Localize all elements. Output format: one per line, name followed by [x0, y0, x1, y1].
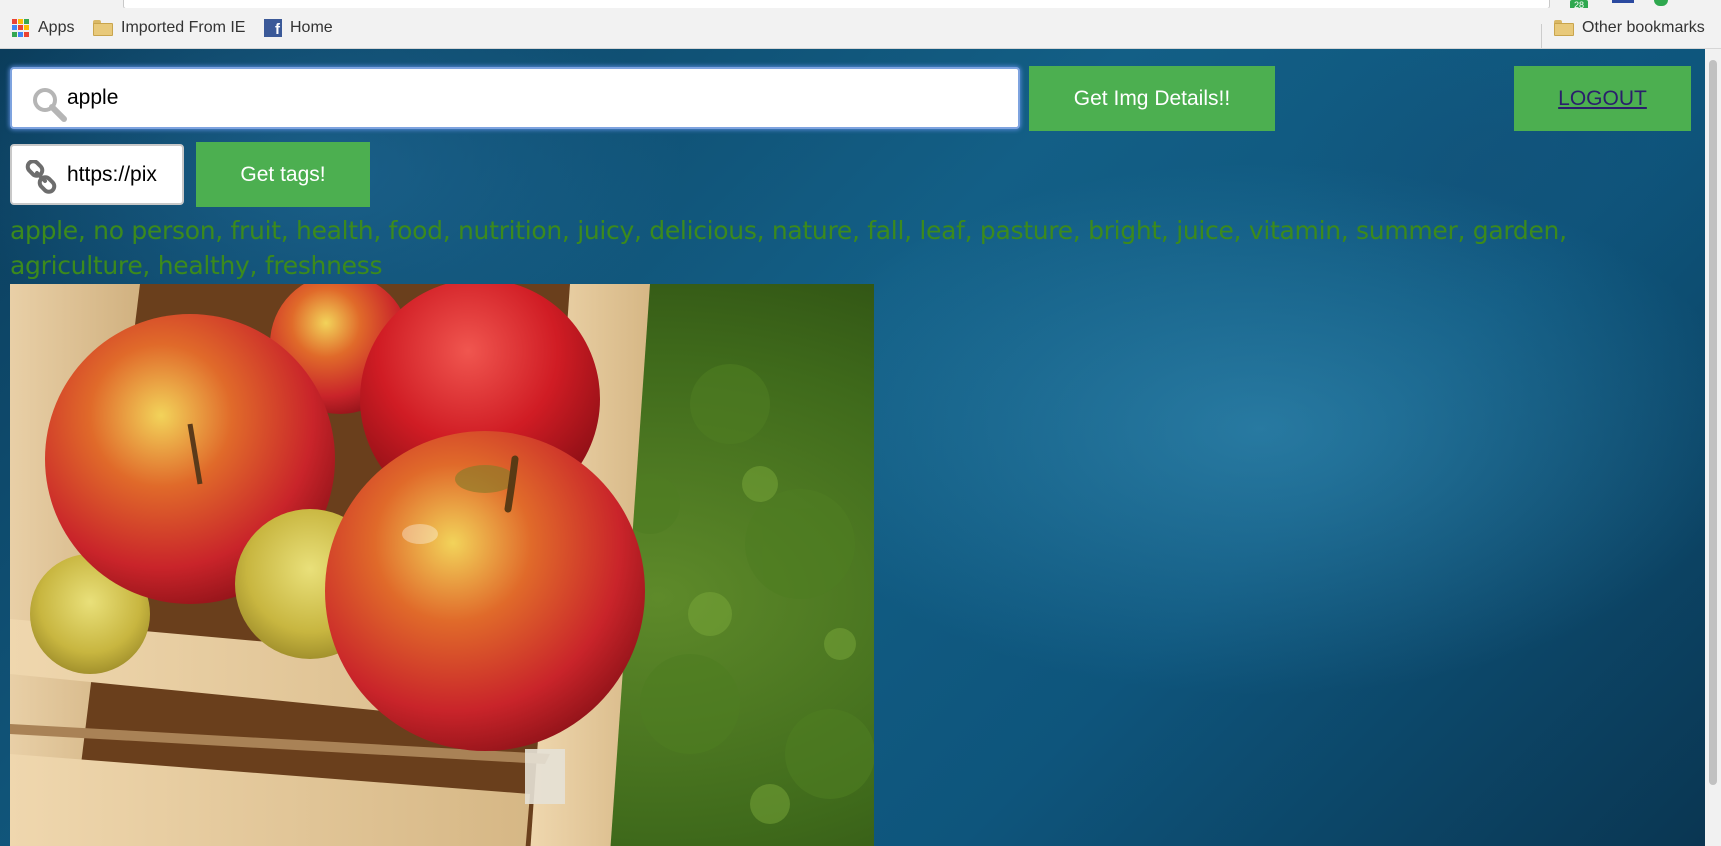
- bookmark-imported-from-ie[interactable]: Imported From IE: [93, 19, 245, 37]
- bookmarks-separator: [1541, 24, 1542, 48]
- tags-result-text: apple, no person, fruit, health, food, n…: [10, 216, 1567, 280]
- logout-button[interactable]: LOGOUT: [1514, 66, 1691, 131]
- page-content: Get Img Details!! LOGOUT Get tags! apple…: [0, 49, 1705, 846]
- scrollbar-thumb[interactable]: [1709, 60, 1717, 785]
- url-input[interactable]: [67, 146, 162, 203]
- magnifier-icon: [33, 88, 67, 122]
- apps-grid-icon: [12, 19, 30, 37]
- search-field[interactable]: [10, 67, 1020, 129]
- bookmark-label: Imported From IE: [121, 19, 246, 36]
- folder-icon: [93, 20, 113, 36]
- bookmark-home[interactable]: f Home: [264, 19, 333, 37]
- get-img-details-button[interactable]: Get Img Details!!: [1029, 66, 1275, 131]
- link-chain-icon: [25, 160, 57, 194]
- browser-toolbar: 28: [0, 0, 1721, 10]
- folder-icon: [1554, 20, 1574, 36]
- bookmark-label: Apps: [38, 19, 75, 36]
- get-tags-button[interactable]: Get tags!: [196, 142, 370, 207]
- bookmark-label: Other bookmarks: [1582, 19, 1705, 36]
- bookmark-label: Home: [290, 19, 333, 36]
- extension-icon[interactable]: [1654, 0, 1668, 6]
- result-image: [10, 284, 874, 846]
- search-input[interactable]: [67, 69, 1007, 127]
- apple-photo: [10, 284, 874, 846]
- bookmark-apps[interactable]: Apps: [12, 19, 74, 37]
- bookmark-other-bookmarks[interactable]: Other bookmarks: [1554, 19, 1705, 37]
- url-field[interactable]: [10, 144, 184, 205]
- extension-icon[interactable]: [1612, 0, 1634, 3]
- facebook-icon: f: [264, 19, 282, 37]
- bookmarks-bar: Apps Imported From IE f Home Other bookm…: [0, 8, 1721, 49]
